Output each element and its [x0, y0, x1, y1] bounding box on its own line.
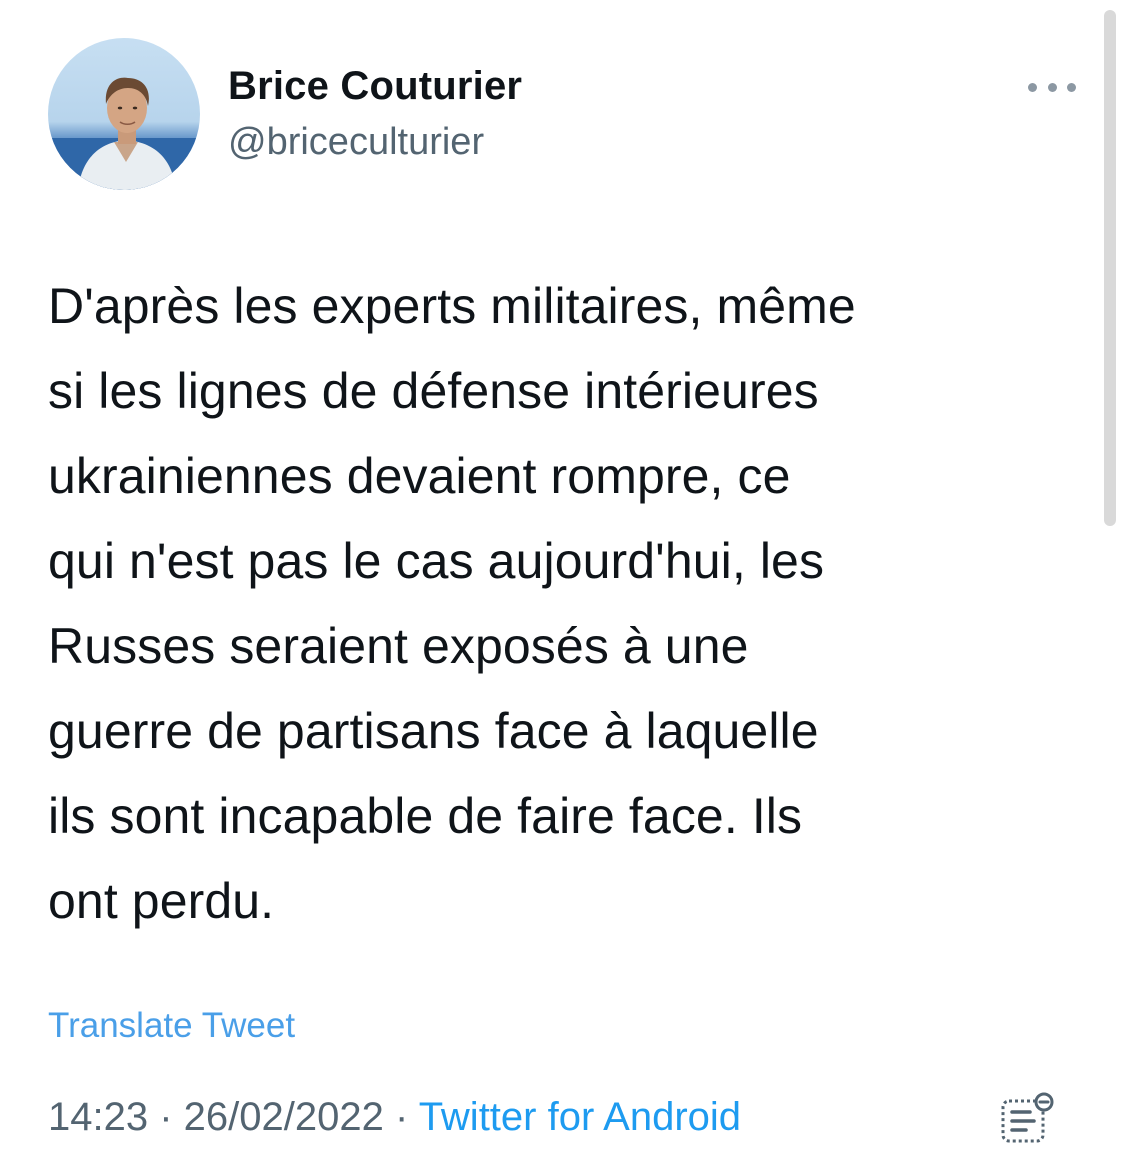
author-handle[interactable]: @briceculturier — [228, 121, 484, 164]
dot — [1028, 82, 1037, 92]
tweet-date[interactable]: 26/02/2022 — [184, 1095, 384, 1139]
more-horizontal-icon[interactable] — [1028, 78, 1076, 96]
scrollbar[interactable] — [1104, 10, 1116, 526]
meta-separator: · — [148, 1095, 184, 1139]
tweet-analytics-icon[interactable] — [1000, 1092, 1056, 1146]
dot — [1067, 82, 1076, 92]
tweet-meta: 14:23 · 26/02/2022 · Twitter for Android — [48, 1095, 741, 1139]
author-display-name[interactable]: Brice Couturier — [228, 64, 522, 108]
tweet-text: D'après les experts militaires, même si … — [48, 278, 856, 929]
tweet-source-link[interactable]: Twitter for Android — [419, 1095, 741, 1139]
profile-photo — [48, 77, 200, 190]
translate-tweet-link[interactable]: Translate Tweet — [48, 1006, 295, 1046]
avatar[interactable] — [48, 38, 200, 190]
tweet-time[interactable]: 14:23 — [48, 1095, 148, 1139]
meta-separator: · — [383, 1095, 419, 1139]
dot — [1047, 82, 1057, 92]
